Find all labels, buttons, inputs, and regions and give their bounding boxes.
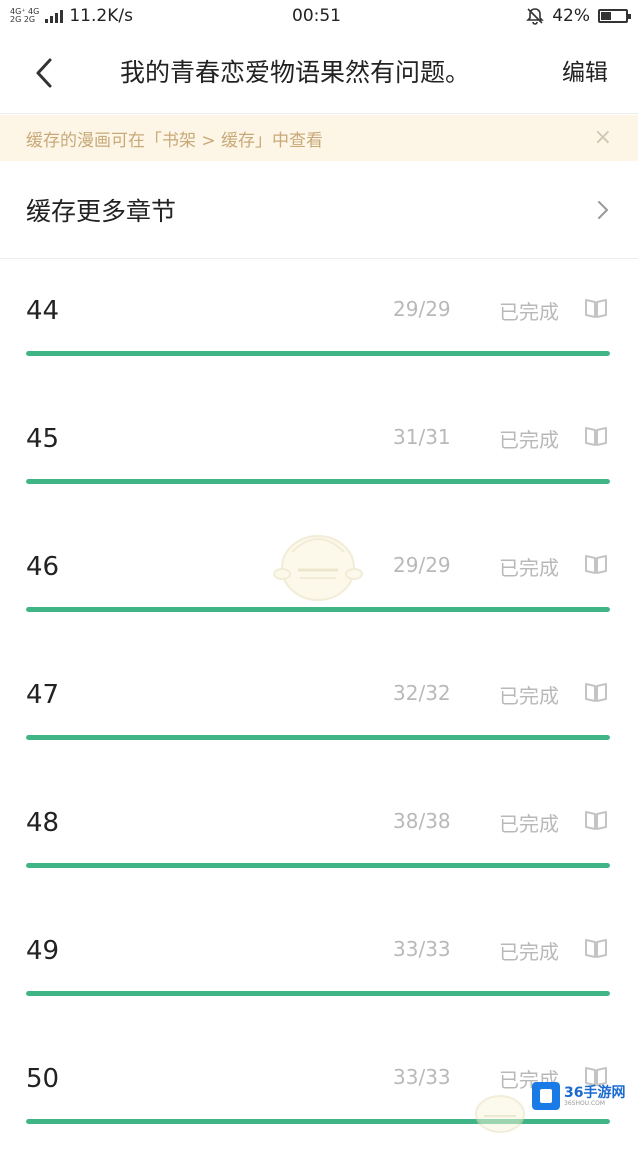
- cache-more-label: 缓存更多章节: [26, 196, 177, 226]
- site-watermark: 36手游网 36SHOU.COM: [532, 1079, 630, 1113]
- page-count: 33/33: [393, 937, 451, 961]
- chevron-right-icon: [598, 201, 608, 219]
- mute-bell-icon: [526, 8, 545, 25]
- chevron-left-icon[interactable]: [28, 56, 62, 90]
- chapter-row[interactable]: 49 33/33 已完成: [0, 900, 638, 1028]
- download-status: 已完成: [499, 556, 559, 580]
- watermark-text: 36手游网: [564, 1084, 626, 1101]
- progress-fill: [26, 351, 610, 356]
- progress-fill: [26, 735, 610, 740]
- chapter-list: 44 29/29 已完成 45 31/31 已完成 46 29/29 已完成 47 32/32 已完成…: [0, 260, 638, 1156]
- progress-bar: [26, 863, 610, 868]
- network-indicator: 4G⁺ 4G 2G 2G: [10, 8, 39, 24]
- signal-icon: [45, 9, 64, 23]
- notice-text: 缓存的漫画可在「书架 > 缓存」中查看: [26, 130, 324, 151]
- chapter-number: 44: [26, 296, 60, 326]
- site-logo-icon: [532, 1082, 560, 1110]
- progress-bar: [26, 351, 610, 356]
- download-status: 已完成: [499, 940, 559, 964]
- status-left: 4G⁺ 4G 2G 2G 11.2K/s: [10, 6, 133, 26]
- chapter-row[interactable]: 45 31/31 已完成: [0, 388, 638, 516]
- app-header: 我的青春恋爱物语果然有问题。 编辑: [0, 32, 638, 114]
- progress-bar: [26, 991, 610, 996]
- open-book-icon[interactable]: [584, 809, 608, 831]
- chapter-row[interactable]: 48 38/38 已完成: [0, 772, 638, 900]
- chapter-number: 49: [26, 936, 60, 966]
- network-type-bottom: 2G 2G: [10, 15, 36, 24]
- chapter-row[interactable]: 47 32/32 已完成: [0, 644, 638, 772]
- download-status: 已完成: [499, 684, 559, 708]
- status-bar: 4G⁺ 4G 2G 2G 11.2K/s 00:51 42%: [0, 0, 638, 32]
- battery-percent: 42%: [552, 6, 590, 26]
- chapter-number: 46: [26, 552, 60, 582]
- watermark-sub: 36SHOU.COM: [564, 1099, 606, 1107]
- close-icon[interactable]: ×: [594, 125, 612, 150]
- progress-bar: [26, 479, 610, 484]
- open-book-icon[interactable]: [584, 297, 608, 319]
- page-count: 29/29: [393, 297, 451, 321]
- download-status: 已完成: [499, 812, 559, 836]
- mascot-watermark-icon: [273, 535, 363, 601]
- open-book-icon[interactable]: [584, 681, 608, 703]
- page-count: 31/31: [393, 425, 451, 449]
- download-status: 已完成: [499, 300, 559, 324]
- progress-bar: [26, 607, 610, 612]
- page-count: 29/29: [393, 553, 451, 577]
- progress-fill: [26, 479, 610, 484]
- chapter-number: 48: [26, 808, 60, 838]
- open-book-icon[interactable]: [584, 425, 608, 447]
- chapter-number: 47: [26, 680, 60, 710]
- progress-bar: [26, 735, 610, 740]
- open-book-icon[interactable]: [584, 937, 608, 959]
- mascot-small-icon: [475, 1095, 525, 1133]
- chapter-number: 45: [26, 424, 60, 454]
- clock: 00:51: [292, 6, 341, 26]
- status-right: 42%: [526, 6, 631, 26]
- page-count: 38/38: [393, 809, 451, 833]
- page-count: 33/33: [393, 1065, 451, 1089]
- chapter-row[interactable]: 44 29/29 已完成: [0, 260, 638, 388]
- progress-fill: [26, 607, 610, 612]
- cache-notice-banner: 缓存的漫画可在「书架 > 缓存」中查看 ×: [0, 115, 638, 161]
- progress-fill: [26, 991, 610, 996]
- page-title: 我的青春恋爱物语果然有问题。: [120, 58, 471, 87]
- chapter-number: 50: [26, 1064, 60, 1094]
- download-status: 已完成: [499, 428, 559, 452]
- progress-fill: [26, 863, 610, 868]
- open-book-icon[interactable]: [584, 553, 608, 575]
- edit-button[interactable]: 编辑: [562, 32, 608, 114]
- cache-more-chapters-item[interactable]: 缓存更多章节: [0, 161, 638, 259]
- battery-icon: [598, 9, 631, 23]
- page-count: 32/32: [393, 681, 451, 705]
- network-speed: 11.2K/s: [69, 6, 133, 26]
